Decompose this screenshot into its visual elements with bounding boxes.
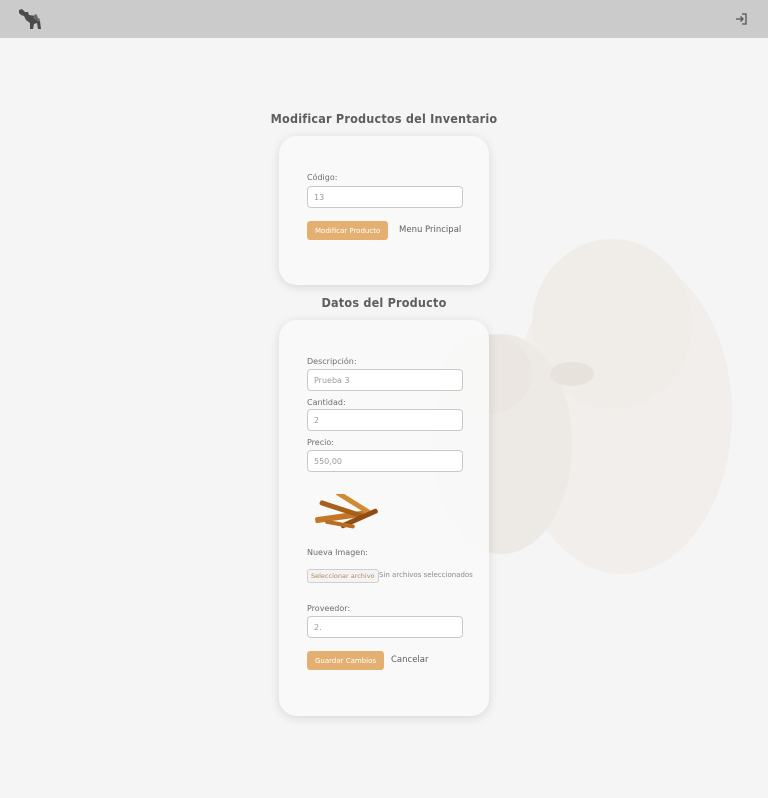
product-details-title: Datos del Producto	[321, 295, 447, 310]
logout-icon[interactable]	[734, 12, 748, 26]
code-label: Código:	[307, 173, 338, 182]
top-navbar	[0, 0, 768, 38]
supplier-input[interactable]	[307, 616, 463, 638]
cancel-link[interactable]: Cancelar	[391, 655, 429, 665]
modify-products-title: Modificar Productos del Inventario	[270, 111, 498, 126]
price-label: Precio:	[307, 438, 334, 447]
modify-product-button[interactable]: Modificar Producto	[307, 221, 389, 240]
select-file-button[interactable]: Seleccionar archivo	[307, 569, 379, 583]
save-changes-button[interactable]: Guardar Cambios	[307, 651, 385, 670]
price-input[interactable]	[307, 450, 463, 472]
supplier-label: Proveedor:	[307, 604, 351, 613]
new-image-label: Nueva Imagen:	[307, 548, 368, 557]
quantity-input[interactable]	[307, 409, 463, 431]
product-image	[315, 494, 378, 529]
main-menu-link[interactable]: Menu Principal	[399, 225, 461, 235]
file-status-text: Sin archivos seleccionados	[379, 571, 473, 579]
search-product-card: Código: Modificar Producto Menu Principa…	[279, 136, 489, 285]
code-input[interactable]	[307, 186, 463, 208]
dog-cat-logo-icon[interactable]	[16, 6, 44, 32]
description-label: Descripción:	[307, 357, 357, 366]
quantity-label: Cantidad:	[307, 398, 346, 407]
product-details-card: Descripción: Cantidad: Precio: Nueva Ima…	[279, 320, 489, 716]
description-input[interactable]	[307, 369, 463, 391]
